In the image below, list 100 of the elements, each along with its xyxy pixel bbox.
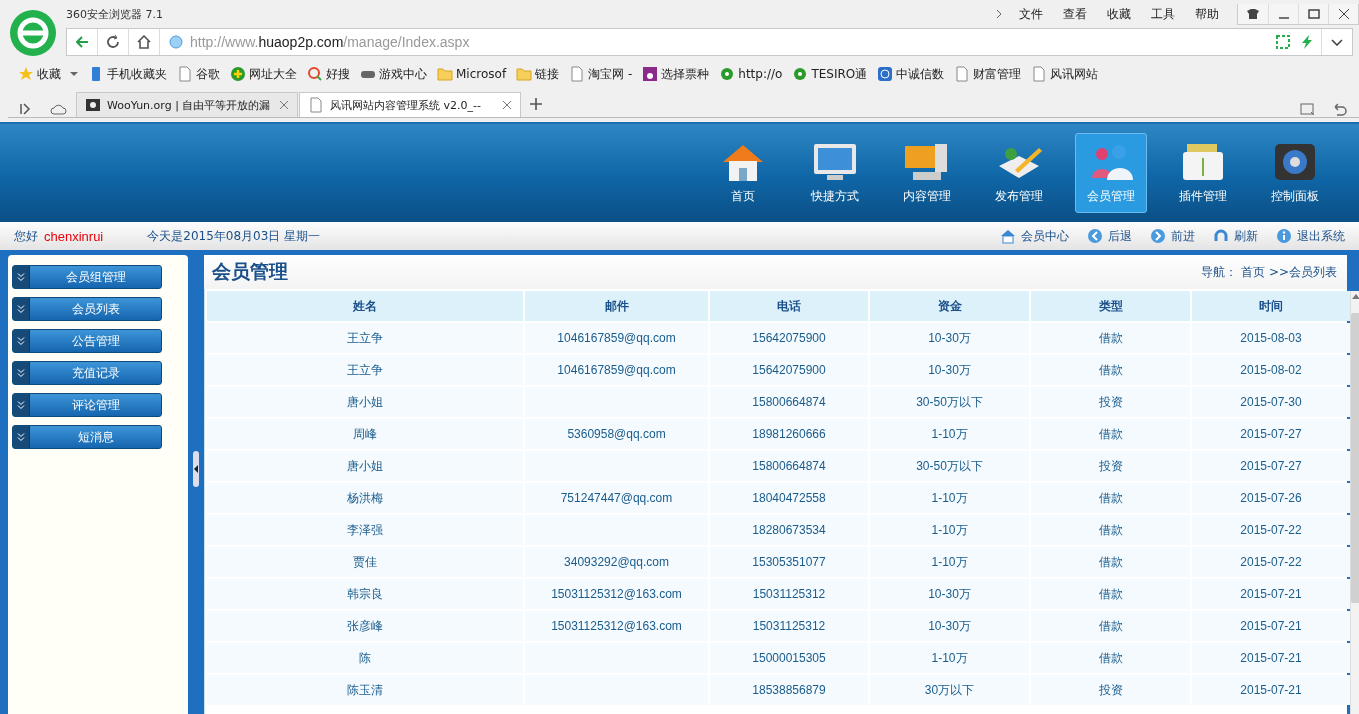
table-cell: 15031125312@163.com [525,611,708,641]
column-header: 姓名 [207,291,523,321]
bookmark[interactable]: 风讯网站 [1031,65,1099,83]
menu-item[interactable]: 文件 [1009,5,1053,23]
table-cell: 751247447@qq.com [525,483,708,513]
scrollbar[interactable] [1350,291,1359,714]
nav-item[interactable]: 发布管理 [983,133,1055,213]
home-icon [137,35,151,49]
table-cell: 30-50万以下 [870,387,1029,417]
table-cell: 18280673534 [710,515,868,545]
table-cell: 15000015305 [710,643,868,673]
table-cell: 1-10万 [870,515,1029,545]
breadcrumb-link[interactable]: 首页 [1240,263,1265,281]
folder-icon [437,66,453,82]
table-cell: 借款 [1031,483,1190,513]
table-cell: 15305351077 [710,547,868,577]
bookmark[interactable]: 手机收藏夹 [88,65,167,83]
menu-item[interactable]: 帮助 [1185,5,1229,23]
bookmark[interactable]: 好搜 [307,65,350,83]
toolbar-link[interactable]: 会员中心 [1000,227,1069,245]
address-bar[interactable]: http://www.huaop2p.com/manage/Index.aspx [66,28,1353,56]
toolbar-link[interactable]: 退出系统 [1276,227,1345,245]
table-cell: 陈 [207,643,523,673]
house-icon [1000,228,1016,244]
page-icon [308,97,324,113]
bookmark[interactable]: http://o [719,66,783,82]
sidebar-button[interactable]: 会员列表 [12,297,162,321]
browser-logo [9,9,57,57]
table-cell: 投资 [1031,451,1190,481]
column-header: 资金 [870,291,1029,321]
table-cell: 贾佳 [207,547,523,577]
bookmark[interactable]: 网址大全 [230,65,297,83]
breadcrumb-link[interactable]: >>会员列表 [1268,263,1337,281]
double-chevron-icon [17,304,25,314]
menu-item[interactable]: 查看 [1053,5,1097,23]
sidebar-button[interactable]: 评论管理 [12,393,162,417]
sidebar-button[interactable]: 短消息 [12,425,162,449]
double-chevron-icon [17,336,25,346]
table-cell: 借款 [1031,611,1190,641]
table-cell: 周峰 [207,419,523,449]
toolbar-link[interactable]: 后退 [1087,227,1132,245]
table-cell: 1-10万 [870,483,1029,513]
bookmark[interactable]: 谷歌 [177,65,220,83]
nav-item[interactable]: 控制面板 [1259,133,1331,213]
bookmark[interactable]: 链接 [516,65,560,83]
username: chenxinrui [44,228,104,244]
page-icon [569,66,586,82]
collapse-handle[interactable] [193,451,199,487]
toolbar-link[interactable]: 刷新 [1213,227,1258,245]
table-cell: 王立争 [207,355,523,385]
bookmark[interactable]: TESIRO通 [792,65,868,83]
menu-item[interactable]: 收藏 [1097,5,1141,23]
table-cell: 10-30万 [870,611,1029,641]
bookmark[interactable]: 游戏中心 [360,65,427,83]
minimize-icon [1278,16,1289,19]
table-cell: 18040472558 [710,483,868,513]
sidebar-button[interactable]: 公告管理 [12,329,162,353]
reload-icon [106,35,120,49]
nav-item[interactable]: 首页 [707,133,779,213]
date-text: 今天是2015年08月03日 星期一 [147,227,321,245]
table-cell: 10-30万 [870,323,1029,353]
table-cell: 2015-08-02 [1192,355,1350,385]
browser-tab[interactable]: 风讯网站内容管理系统 v2.0_-- [299,92,521,117]
nav-item[interactable]: 插件管理 [1167,133,1239,213]
table-cell: 借款 [1031,515,1190,545]
lightning-icon [1299,34,1315,50]
table-cell: 李泽强 [207,515,523,545]
nav-item[interactable]: 快捷方式 [799,133,871,213]
bookmark[interactable]: 收藏 [18,65,78,83]
bookmark[interactable]: 财富管理 [954,65,1022,83]
table-cell: 借款 [1031,547,1190,577]
bookmark[interactable]: 中诚信数 [877,65,945,83]
url-text[interactable]: http://www.huaop2p.com/manage/Index.aspx [190,34,470,50]
table-cell: 投资 [1031,387,1190,417]
sidebar-button[interactable]: 充值记录 [12,361,162,385]
window-title: 360安全浏览器 7.1 [66,6,163,22]
table-cell: 2015-07-22 [1192,547,1350,577]
table-cell: 10-30万 [870,579,1029,609]
column-header: 时间 [1192,291,1350,321]
bookmark[interactable]: 选择票种 [642,65,710,83]
sidebar-button[interactable]: 会员组管理 [12,265,162,289]
column-header: 邮件 [525,291,708,321]
nav-item[interactable]: 内容管理 [891,133,963,213]
table-cell: 34093292@qq.com [525,547,708,577]
folder-icon [516,66,533,82]
bookmark[interactable]: 淘宝网 - [569,65,633,83]
table-cell: 2015-07-30 [1192,387,1350,417]
table-cell: 杨洪梅 [207,483,523,513]
site-icon [85,97,101,113]
table-cell: 唐小姐 [207,387,523,417]
table-cell: 2015-07-27 [1192,419,1350,449]
table-cell: 10-30万 [870,355,1029,385]
chevron-right-icon[interactable] [995,8,1003,20]
table-cell: 15031125312 [710,579,868,609]
table-cell: 30万以下 [870,675,1029,705]
table-cell: 18538856879 [710,675,868,705]
toolbar-link[interactable]: 前进 [1150,227,1195,245]
browser-tab[interactable]: WooYun.org | 自由平等开放的漏 [76,92,298,117]
bookmark[interactable]: Microsof [437,66,507,82]
menu-item[interactable]: 工具 [1141,5,1185,23]
